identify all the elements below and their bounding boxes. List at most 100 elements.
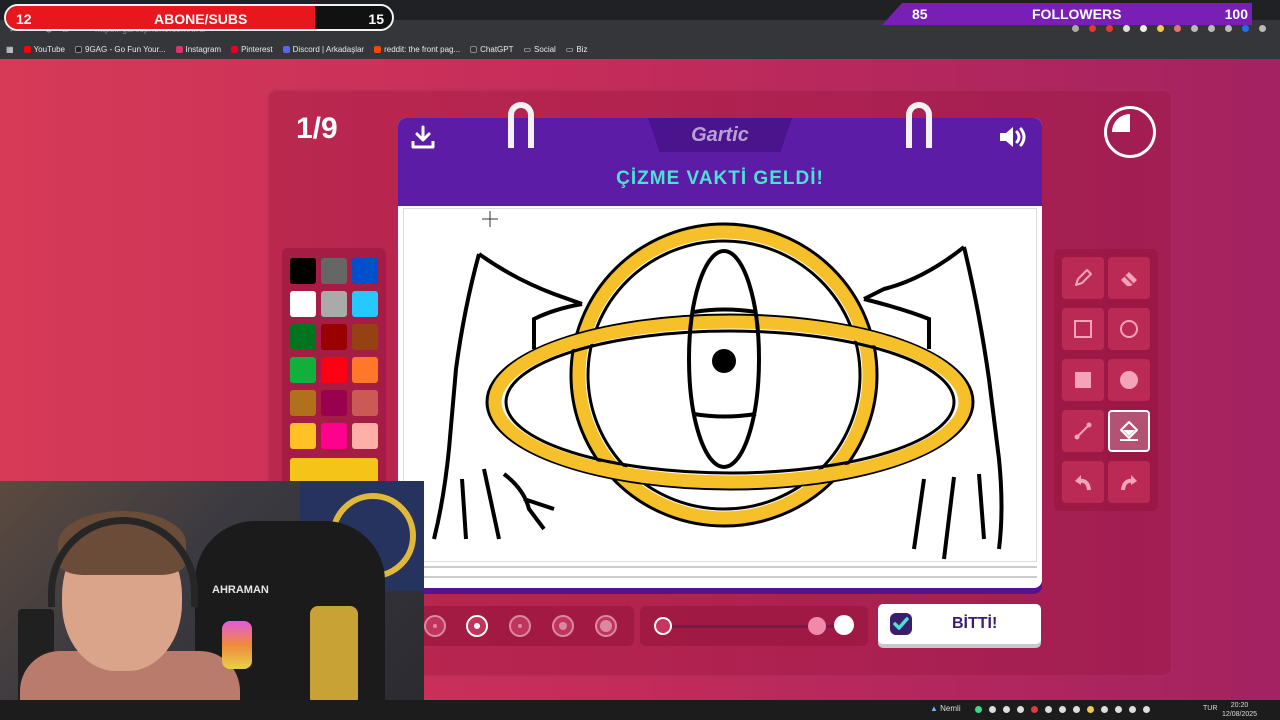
volume-icon[interactable] <box>998 124 1030 150</box>
binder-ring <box>508 102 534 148</box>
instagram-icon <box>175 46 183 53</box>
color-swatch[interactable] <box>352 258 378 284</box>
bookmark-label: Pinterest <box>241 45 273 54</box>
volume-icon[interactable] <box>1143 706 1150 713</box>
extension-icon[interactable] <box>1157 25 1164 32</box>
line-tool[interactable] <box>1062 410 1104 452</box>
download-icon[interactable] <box>1208 25 1215 32</box>
color-swatch[interactable] <box>321 258 347 284</box>
color-swatch[interactable] <box>290 258 316 284</box>
color-swatch[interactable] <box>290 357 316 383</box>
apps-icon[interactable]: ▦ <box>6 45 14 54</box>
color-swatch[interactable] <box>352 324 378 350</box>
color-swatch[interactable] <box>290 423 316 449</box>
undo-tool[interactable] <box>1062 461 1104 503</box>
pinterest-icon <box>231 46 239 53</box>
color-swatch[interactable] <box>321 390 347 416</box>
bucket-tool[interactable] <box>1108 410 1150 452</box>
bookmark-pinterest[interactable]: Pinterest <box>231 45 273 54</box>
redo-tool[interactable] <box>1108 461 1150 503</box>
undo-icon <box>1075 475 1091 491</box>
opacity-slider-handle[interactable] <box>807 617 826 635</box>
brush-size-option[interactable] <box>509 615 531 637</box>
extension-icon[interactable] <box>1106 25 1113 32</box>
color-swatch[interactable] <box>290 390 316 416</box>
color-swatch[interactable] <box>290 291 316 317</box>
redo-icon <box>1121 475 1137 491</box>
draw-headline: ÇİZME VAKTİ GELDİ! <box>616 168 824 189</box>
color-swatch[interactable] <box>352 423 378 449</box>
eraser-icon <box>1121 272 1137 286</box>
color-swatch[interactable] <box>290 324 316 350</box>
gartic-logo: Gartic <box>648 118 792 152</box>
bookmark-label: Discord | Arkadaşlar <box>292 45 365 54</box>
extension-icon[interactable] <box>1123 25 1130 32</box>
done-button[interactable]: BİTTİ! <box>878 604 1041 644</box>
tray-icon[interactable] <box>1059 706 1066 713</box>
tray-icon[interactable] <box>975 706 982 713</box>
tray-icon[interactable] <box>1087 706 1094 713</box>
bookmark-label: Instagram <box>185 45 222 54</box>
bucket-icon <box>1120 421 1138 441</box>
drawing-canvas[interactable] <box>403 208 1037 562</box>
weather-icon: ▲ <box>930 704 938 713</box>
bookmark-chatgpt[interactable]: ChatGPT <box>470 45 513 54</box>
bookmark-9gag[interactable]: 9GAG - Go Fun Your... <box>75 45 166 54</box>
bookmark-folder-biz[interactable]: ▭ Biz <box>566 45 588 54</box>
brush-size-option[interactable] <box>466 615 488 637</box>
extension-icon[interactable] <box>1089 25 1096 32</box>
eraser-tool[interactable] <box>1108 257 1150 299</box>
bookmark-reddit[interactable]: reddit: the front pag... <box>374 45 460 54</box>
weather-label: Nemli <box>940 704 961 713</box>
color-swatch[interactable] <box>321 357 347 383</box>
size-dot <box>433 624 437 628</box>
size-dot <box>474 623 480 629</box>
brush-size-option[interactable] <box>552 615 574 637</box>
filled-ellipse-tool[interactable] <box>1108 359 1150 401</box>
extension-icon[interactable] <box>1140 25 1147 32</box>
ellipse-tool[interactable] <box>1108 308 1150 350</box>
bookmark-star-icon[interactable] <box>1072 25 1079 32</box>
tray-icon[interactable] <box>1073 706 1080 713</box>
bookmark-instagram[interactable]: Instagram <box>175 45 222 54</box>
clock[interactable]: 20:20 12/08/2025 <box>1222 701 1257 719</box>
menu-icon[interactable] <box>1259 25 1266 32</box>
tray-icon[interactable] <box>1031 706 1038 713</box>
color-swatch[interactable] <box>321 324 347 350</box>
puzzle-icon[interactable] <box>1191 25 1198 32</box>
filled-rectangle-tool[interactable] <box>1062 359 1104 401</box>
bookmark-label: reddit: the front pag... <box>384 45 461 54</box>
tray-icon[interactable] <box>1045 706 1052 713</box>
bookmark-folder-social[interactable]: ▭ Social <box>523 45 555 54</box>
color-swatch[interactable] <box>321 291 347 317</box>
tray-icon[interactable] <box>989 706 996 713</box>
opacity-slider-panel <box>640 606 868 646</box>
timer-progress <box>1112 114 1148 150</box>
opacity-min-indicator <box>654 617 672 635</box>
brush-size-option[interactable] <box>424 615 446 637</box>
color-swatch[interactable] <box>321 423 347 449</box>
profile-avatar[interactable] <box>1242 25 1249 32</box>
sidebar-icon[interactable] <box>1225 25 1232 32</box>
color-swatch[interactable] <box>352 291 378 317</box>
followers-goal: 100 <box>1224 6 1248 22</box>
followers-label: FOLLOWERS <box>1032 6 1122 22</box>
weather-widget[interactable]: ▲ Nemli <box>930 704 961 713</box>
color-swatch[interactable] <box>352 390 378 416</box>
webcam-feed: AHRAMAN <box>0 481 424 720</box>
extension-icon[interactable] <box>1174 25 1181 32</box>
tray-icon[interactable] <box>1101 706 1108 713</box>
folder-icon: ▭ <box>523 45 532 54</box>
input-language[interactable]: TUR <box>1203 705 1217 712</box>
pencil-tool[interactable] <box>1062 257 1104 299</box>
tray-icon[interactable] <box>1017 706 1024 713</box>
wifi-icon[interactable] <box>1129 706 1136 713</box>
tray-icon[interactable] <box>1003 706 1010 713</box>
brush-size-option[interactable] <box>595 615 617 637</box>
tray-icon[interactable] <box>1115 706 1122 713</box>
rectangle-tool[interactable] <box>1062 308 1104 350</box>
bookmark-discord[interactable]: Discord | Arkadaşlar <box>282 45 365 54</box>
color-swatch[interactable] <box>352 357 378 383</box>
bookmark-youtube[interactable]: YouTube <box>23 45 65 54</box>
download-icon[interactable] <box>410 124 436 150</box>
